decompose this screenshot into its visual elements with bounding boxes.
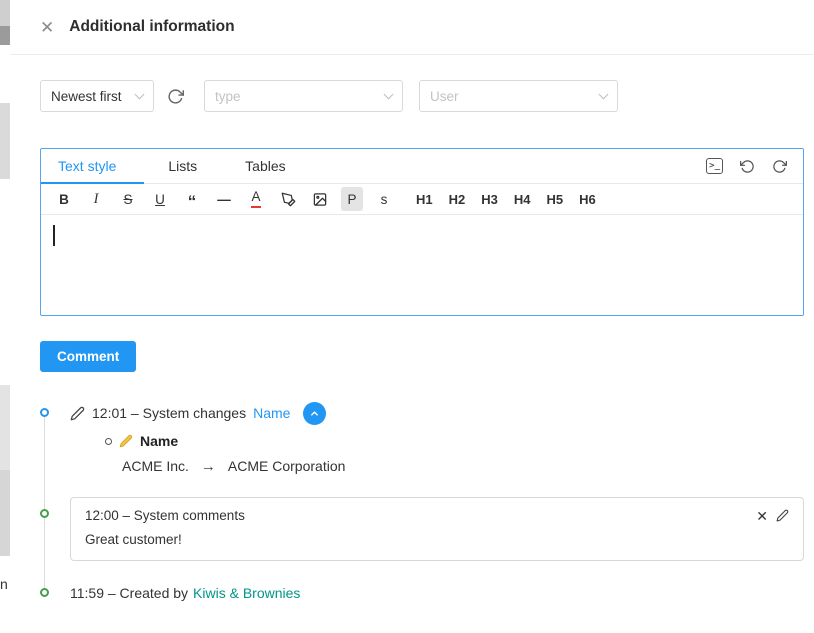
heading2-button[interactable]: H2 [446,187,469,211]
highlight-pen-icon [281,192,296,207]
source-code-button[interactable]: >_ [706,158,723,174]
pencil-yellow-icon [119,434,133,448]
type-filter-placeholder: type [215,89,241,104]
timeline-bullet-green [40,509,49,518]
background-clipped-text: n [0,576,10,592]
timeline-bullet-blue [40,408,49,417]
heading1-button[interactable]: H1 [413,187,436,211]
tab-lists-label: Lists [168,158,197,174]
comment-editor: Text style Lists Tables >_ B [40,148,804,316]
horizontal-rule-button[interactable]: — [213,187,235,211]
timeline-item-created: 11:59 – Created by Kiwis & Brownies [40,583,804,603]
comment-card-actions: ✕ [756,509,789,523]
edit-comment-icon[interactable] [776,509,789,522]
changed-field-link[interactable]: Name [253,405,290,421]
insert-image-button[interactable] [309,187,331,211]
filter-bar: Newest first type User [40,80,784,112]
change-values-row: ACME Inc. → ACME Corporation [122,455,804,477]
tab-tables[interactable]: Tables [221,149,309,183]
panel-title: Additional information [69,18,234,36]
timeline-item-change: 12:01 – System changes Name Name ACME In… [40,400,804,477]
comment-button[interactable]: Comment [40,341,136,372]
chevron-up-icon [309,408,320,419]
text-caret [53,225,55,246]
change-summary-text: 12:01 – System changes [92,405,246,421]
additional-information-panel: ✕ Additional information Newest first ty… [10,0,814,633]
background-block [0,103,10,179]
comment-card-title: 12:00 – System comments [85,508,245,523]
image-icon [312,192,328,207]
heading4-button[interactable]: H4 [511,187,534,211]
arrow-right-icon: → [201,458,216,475]
sub-bullet [105,438,112,445]
italic-button[interactable]: I [85,187,107,211]
source-code-icon: >_ [706,158,723,174]
small-text-button[interactable]: s [373,187,395,211]
comment-card: 12:00 – System comments ✕ Great customer… [70,497,804,561]
tab-text-style[interactable]: Text style [41,149,144,183]
panel-header: ✕ Additional information [10,0,814,55]
collapse-details-button[interactable] [303,402,326,425]
chevron-down-icon [135,89,145,99]
undo-button[interactable] [740,159,755,174]
sort-order-select[interactable]: Newest first [40,80,154,112]
comment-card-body: Great customer! [85,532,789,547]
chevron-down-icon [599,89,609,99]
strikethrough-button[interactable]: S [117,187,139,211]
paragraph-button[interactable]: P [341,187,363,211]
background-block [0,385,10,470]
new-value: ACME Corporation [228,458,346,474]
user-filter-select[interactable]: User [419,80,618,112]
redo-button[interactable] [772,159,787,174]
created-by-link[interactable]: Kiwis & Brownies [193,585,300,601]
timeline-bullet-green [40,588,49,597]
background-block [0,470,10,556]
change-summary-row: 12:01 – System changes Name [70,400,804,426]
redo-icon [772,159,787,174]
type-filter-select[interactable]: type [204,80,403,112]
activity-timeline: 12:01 – System changes Name Name ACME In… [40,400,804,603]
sort-order-value: Newest first [51,89,122,104]
refresh-button[interactable] [160,81,190,111]
background-page-edge: n [0,0,10,633]
background-block [0,26,10,45]
editor-content-area[interactable] [41,215,803,315]
editor-tabs: Text style Lists Tables >_ [41,149,803,184]
old-value: ACME Inc. [122,458,189,474]
tab-lists[interactable]: Lists [144,149,221,183]
comment-card-header: 12:00 – System comments ✕ [85,508,789,523]
tab-tables-label: Tables [245,158,285,174]
tab-text-style-label: Text style [58,158,116,174]
editor-tab-icons: >_ [706,158,803,174]
delete-comment-icon[interactable]: ✕ [756,509,768,523]
text-color-label: A [251,190,260,208]
highlight-pen-button[interactable] [277,187,299,211]
user-filter-placeholder: User [430,89,459,104]
close-icon[interactable]: ✕ [40,19,54,36]
changed-field-name: Name [140,433,178,449]
text-color-button[interactable]: A [245,187,267,211]
created-text: 11:59 – Created by [70,585,188,601]
change-field-row: Name [105,431,804,451]
underline-button[interactable]: U [149,187,171,211]
chevron-down-icon [384,89,394,99]
bold-button[interactable]: B [53,187,75,211]
created-row: 11:59 – Created by Kiwis & Brownies [70,583,804,603]
blockquote-button[interactable]: “ [181,187,203,211]
pencil-icon [70,406,85,421]
heading6-button[interactable]: H6 [576,187,599,211]
editor-toolbar: B I S U “ — A P s H1 H2 H3 H4 H5 H6 [41,184,803,215]
undo-icon [740,159,755,174]
heading5-button[interactable]: H5 [544,187,567,211]
refresh-icon [167,88,184,105]
heading3-button[interactable]: H3 [478,187,501,211]
timeline-item-comment: 12:00 – System comments ✕ Great customer… [40,497,804,561]
